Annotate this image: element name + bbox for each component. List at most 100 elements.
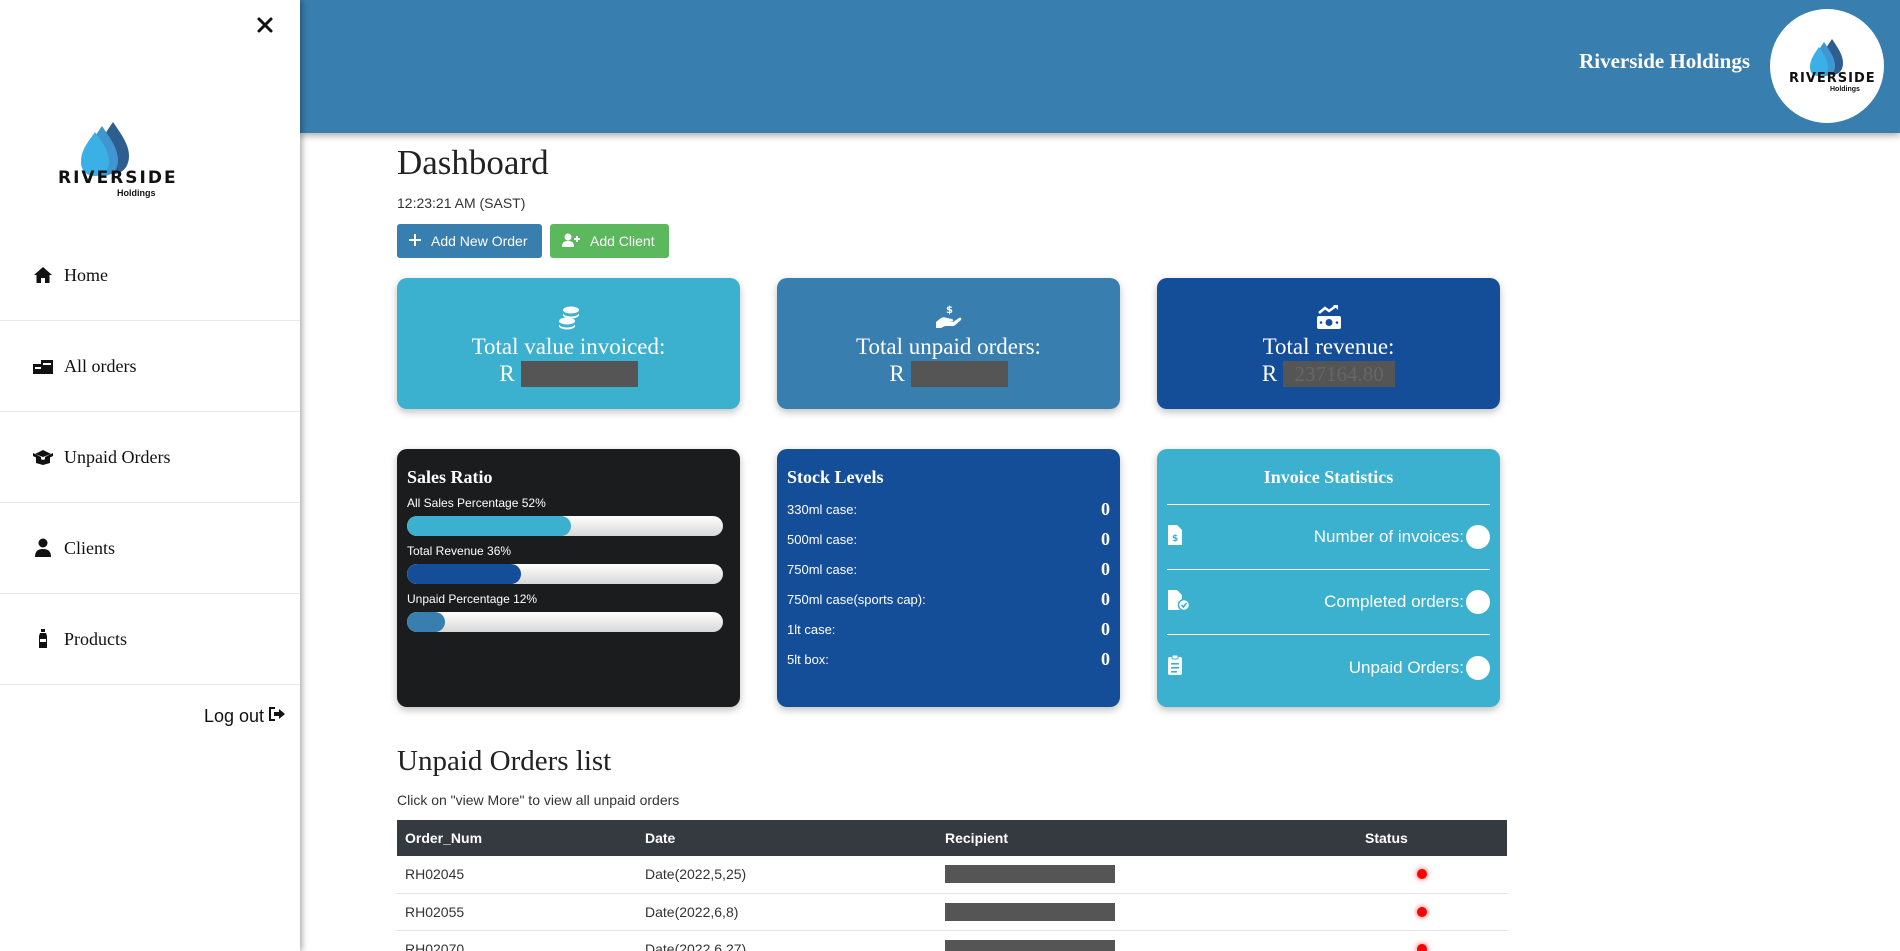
progress-track (407, 564, 723, 584)
card-label: Total unpaid orders: (856, 334, 1041, 359)
clipboard-list-icon (1167, 654, 1197, 681)
bottle-icon (32, 628, 54, 650)
stock-row: 5lt box: 0 (787, 644, 1110, 674)
sidebar-logo-text: RIVERSIDE (58, 168, 178, 188)
invoice-statistics-panel: Invoice Statistics $ Number of invoices:… (1157, 449, 1500, 707)
recipient-cell (937, 893, 1357, 931)
stock-label: 750ml case: (787, 561, 858, 577)
sign-out-icon (268, 706, 286, 727)
sidebar-logo: RIVERSIDE Holdings (55, 118, 176, 202)
stock-row: 750ml case: 0 (787, 554, 1110, 584)
sidebar-item-all-orders[interactable]: All orders (0, 321, 300, 412)
svg-text:$: $ (1172, 534, 1178, 544)
column-header: Status (1365, 830, 1408, 846)
status-indicator (1417, 906, 1427, 917)
add-client-button[interactable]: Add Client (550, 224, 669, 258)
sidebar-item-clients[interactable]: Clients (0, 503, 300, 594)
header-logo: RIVERSIDE Holdings (1770, 9, 1884, 123)
stock-row: 500ml case: 0 (787, 524, 1110, 554)
redacted-value (520, 361, 638, 387)
progress-fill (407, 564, 521, 584)
sidebar-logo-subtext: Holdings (117, 188, 156, 198)
stat-value-dot (1466, 525, 1490, 549)
card-label: Total revenue: (1262, 334, 1395, 359)
sidebar-item-unpaid-orders[interactable]: Unpaid Orders (0, 412, 300, 503)
logout-label: Log out (203, 706, 264, 726)
stock-row: 1lt case: 0 (787, 614, 1110, 644)
column-header: Date (645, 830, 676, 846)
progress-fill (407, 612, 445, 632)
user-plus-icon (562, 233, 580, 250)
stock-value: 0 (1101, 618, 1110, 639)
order-date: Date(2022,6,8) (637, 893, 937, 931)
column-header: Order_Num (405, 830, 483, 846)
sidebar-item-label: Clients (64, 537, 116, 558)
stock-value: 0 (1101, 558, 1110, 579)
stat-row: Unpaid Orders: (1167, 635, 1490, 700)
stat-value-dot (1466, 590, 1490, 614)
column-header: Recipient (945, 830, 1009, 846)
add-client-label: Add Client (590, 233, 655, 249)
add-new-order-label: Add New Order (431, 233, 528, 249)
recipient-cell (937, 856, 1357, 894)
redacted-value (910, 361, 1008, 387)
panel-title: Stock Levels (787, 467, 884, 487)
unpaid-orders-title: Unpaid Orders list (397, 745, 612, 777)
order-date: Date(2022,5,25) (637, 856, 937, 894)
coins-icon (397, 304, 740, 334)
bar-label: All Sales Percentage 52% (407, 496, 546, 510)
progress-track (407, 612, 723, 632)
logout-button[interactable]: Log out (204, 706, 286, 727)
order-number: RH02045 (397, 856, 637, 894)
header-logo-subtext: Holdings (1830, 86, 1860, 93)
sidebar-item-label: Home (64, 264, 108, 285)
home-icon (32, 264, 54, 286)
card-label: Total value invoiced: (471, 334, 666, 359)
stock-value: 0 (1101, 588, 1110, 609)
company-name: Riverside Holdings (1579, 49, 1750, 73)
table-row[interactable]: RH02045 Date(2022,5,25) (397, 856, 1507, 894)
sidebar-item-products[interactable]: Products (0, 594, 300, 685)
currency-symbol: R (1261, 361, 1278, 386)
total-revenue-card: Total revenue: R 237164.80 (1157, 278, 1500, 409)
redacted-recipient (945, 902, 1115, 921)
stat-label: Number of invoices: (1313, 527, 1464, 546)
stock-row: 750ml case(sports cap): 0 (787, 584, 1110, 614)
recipient-cell (937, 930, 1357, 951)
stock-value: 0 (1101, 498, 1110, 519)
stock-value: 0 (1101, 648, 1110, 669)
stat-label: Unpaid Orders: (1348, 657, 1464, 677)
redacted-value: 237164.80 (1283, 361, 1396, 387)
header-logo-text: RIVERSIDE (1789, 71, 1876, 86)
status-cell (1357, 893, 1507, 931)
progress-fill (407, 516, 572, 536)
stat-label: Completed orders: (1324, 592, 1464, 611)
total-unpaid-card: $ Total unpaid orders: R (777, 278, 1120, 409)
sidebar-item-label: Unpaid Orders (64, 446, 171, 467)
add-new-order-button[interactable]: Add New Order (397, 224, 542, 258)
stat-value-dot (1466, 655, 1490, 680)
status-indicator (1417, 869, 1427, 880)
bar-label: Total Revenue 36% (407, 544, 512, 558)
header-bar: Riverside Holdings RIVERSIDE Holdings (300, 0, 1900, 133)
panel-title: Invoice Statistics (1167, 467, 1490, 505)
table-row[interactable]: RH02055 Date(2022,6,8) (397, 893, 1507, 931)
status-cell (1357, 856, 1507, 894)
sales-ratio-panel: Sales Ratio All Sales Percentage 52% Tot… (397, 449, 740, 707)
stock-label: 330ml case: (787, 501, 858, 517)
hand-dollar-icon: $ (777, 304, 1120, 334)
table-row[interactable]: RH02070 Date(2022,6,27) (397, 930, 1507, 951)
clock: 12:23:21 AM (SAST) (397, 195, 526, 211)
sidebar-item-home[interactable]: Home (0, 230, 300, 321)
svg-text:$: $ (946, 305, 953, 316)
order-number: RH02070 (397, 930, 637, 951)
stock-levels-panel: Stock Levels 330ml case: 0 500ml case: 0 7… (777, 449, 1120, 707)
money-trend-icon (1157, 304, 1500, 334)
close-sidebar-icon[interactable] (252, 12, 278, 38)
panel-title: Sales Ratio (407, 467, 493, 487)
redacted-recipient (945, 865, 1115, 884)
file-check-icon (1167, 589, 1197, 616)
bar-label: Unpaid Percentage 12% (407, 592, 538, 606)
stat-row: $ Number of invoices: (1167, 505, 1490, 570)
progress-track (407, 516, 723, 536)
